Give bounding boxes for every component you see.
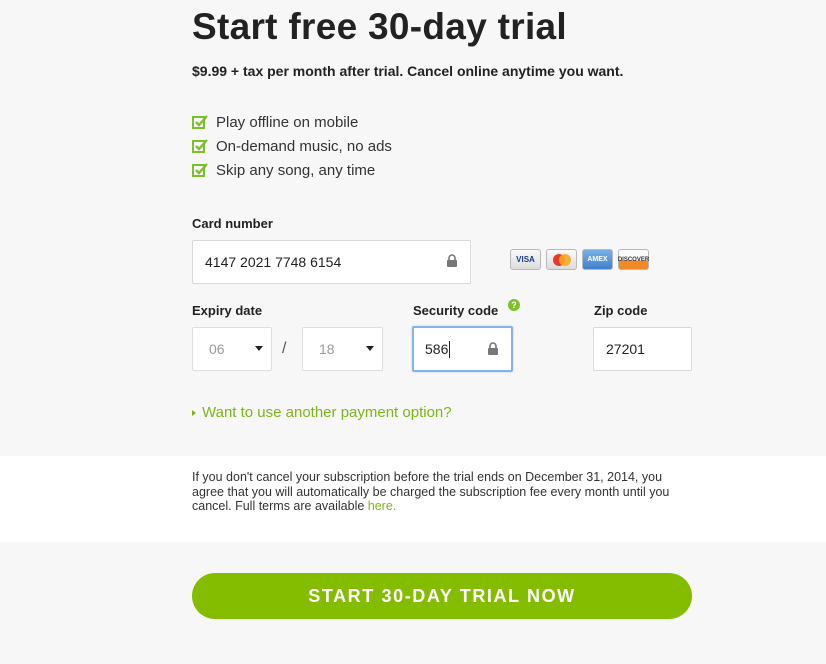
check-icon <box>192 163 208 177</box>
visa-logo: VISA <box>510 249 541 270</box>
security-code-input[interactable]: 586 <box>412 326 513 372</box>
price-subtitle: $9.99 + tax per month after trial. Cance… <box>192 63 623 79</box>
feature-item: Play offline on mobile <box>192 110 392 134</box>
terms-link[interactable]: here. <box>368 499 397 513</box>
card-number-input[interactable]: 4147 2021 7748 6154 <box>192 240 471 284</box>
lock-icon <box>447 254 457 267</box>
security-code-label: Security code <box>413 303 499 318</box>
price-amount: $9.99 <box>192 63 228 79</box>
page-title: Start free 30-day trial <box>192 6 568 47</box>
feature-text: Skip any song, any time <box>216 161 376 179</box>
feature-item: On-demand music, no ads <box>192 134 392 158</box>
lock-icon <box>488 342 498 355</box>
expiry-month-select[interactable]: 06 <box>192 327 272 371</box>
start-trial-button[interactable]: START 30-DAY TRIAL NOW <box>192 573 692 619</box>
discover-logo-text: DISCOVER <box>617 256 650 263</box>
amex-logo: AMEX <box>582 249 613 270</box>
card-number-label: Card number <box>192 216 273 231</box>
feature-text: Play offline on mobile <box>216 113 359 131</box>
visa-logo-text: VISA <box>516 255 535 264</box>
check-icon <box>192 115 208 129</box>
feature-item: Skip any song, any time <box>192 158 392 182</box>
feature-list: Play offline on mobile On-demand music, … <box>192 110 392 182</box>
expiry-year-select[interactable]: 18 <box>302 327 383 371</box>
zip-code-input[interactable]: 27201 <box>593 327 692 371</box>
chevron-down-icon <box>255 346 263 351</box>
amex-logo-text: AMEX <box>587 256 608 263</box>
feature-text: On-demand music, no ads <box>216 137 392 155</box>
zip-code-value: 27201 <box>606 341 645 357</box>
caret-right-icon <box>192 409 196 416</box>
discover-logo: DISCOVER <box>618 249 649 270</box>
mastercard-icon <box>552 253 571 266</box>
text-cursor <box>449 340 451 358</box>
chevron-down-icon <box>366 346 374 351</box>
help-icon[interactable]: ? <box>508 299 520 311</box>
terms-text: If you don't cancel your subscription be… <box>192 470 682 514</box>
mastercard-logo <box>546 249 577 270</box>
card-number-value: 4147 2021 7748 6154 <box>205 254 342 270</box>
other-payment-text: Want to use another payment option? <box>202 404 452 421</box>
check-icon <box>192 139 208 153</box>
terms-body: If you don't cancel your subscription be… <box>192 470 670 513</box>
other-payment-link[interactable]: Want to use another payment option? <box>192 404 452 421</box>
zip-code-label: Zip code <box>594 303 648 318</box>
expiry-month-value: 06 <box>209 341 225 357</box>
expiry-separator: / <box>282 340 287 357</box>
price-terms: + tax per month after trial. Cancel onli… <box>227 63 624 79</box>
expiry-label: Expiry date <box>192 303 263 318</box>
expiry-year-value: 18 <box>319 341 335 357</box>
security-code-value: 586 <box>425 341 449 357</box>
